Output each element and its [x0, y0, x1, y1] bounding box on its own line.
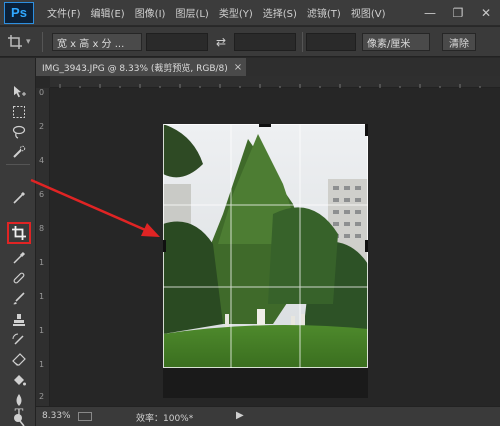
horizontal-ruler [50, 76, 500, 88]
status-menu-arrow-icon[interactable]: ▶ [236, 410, 244, 421]
paint-bucket-icon[interactable] [8, 370, 30, 390]
marquee-tool-icon[interactable] [8, 102, 30, 122]
brush-quick-icon[interactable] [8, 188, 30, 208]
crop-shield [163, 368, 368, 398]
tool-preset-chevron-icon[interactable]: ▾ [26, 33, 36, 51]
menu-items: 文件(F) 编辑(E) 图像(I) 图层(L) 类型(Y) 选择(S) 滤镜(T… [42, 5, 390, 20]
menu-select[interactable]: 选择(S) [258, 5, 302, 20]
document-info-icon[interactable] [78, 412, 92, 421]
ruler-label: 2 [39, 122, 45, 131]
tab-bar: IMG_3943.JPG @ 8.33% (裁剪预览, RGB/8) × [36, 58, 500, 76]
ruler-label: 1 [39, 360, 45, 369]
tools-panel [0, 58, 36, 426]
ruler-label: 0 [39, 88, 45, 97]
ruler-label: 1 [39, 258, 45, 267]
ruler-label: 1 [39, 326, 45, 335]
type-tool-icon[interactable]: T [8, 404, 30, 424]
zoom-level[interactable]: 8.33% [42, 411, 71, 421]
move-tool-icon[interactable] [8, 82, 30, 102]
vertical-ruler: 0 2 4 6 8 1 1 1 1 2 [36, 88, 50, 406]
document-tab-title: IMG_3943.JPG @ 8.33% (裁剪预览, RGB/8) [42, 63, 228, 74]
ruler-label: 2 [39, 392, 45, 401]
restore-button[interactable]: ❐ [444, 0, 472, 26]
eraser-tool-icon[interactable] [8, 350, 30, 370]
ruler-label: 8 [39, 224, 45, 233]
menu-image[interactable]: 图像(I) [130, 5, 171, 20]
close-tab-icon[interactable]: × [234, 62, 242, 73]
ratio-select[interactable]: 宽 x 高 x 分 ... [52, 33, 142, 51]
divider [42, 32, 43, 52]
window-controls: — ❐ ✕ [416, 0, 500, 26]
ruler-label: 6 [39, 190, 45, 199]
menu-edit[interactable]: 编辑(E) [86, 5, 130, 20]
clear-button[interactable]: 清除 [442, 33, 476, 51]
healing-brush-icon[interactable] [8, 268, 30, 288]
photoshop-logo: Ps [4, 1, 34, 24]
ruler-label: 1 [39, 292, 45, 301]
close-button[interactable]: ✕ [472, 0, 500, 26]
brush-tool-icon[interactable] [8, 288, 30, 308]
tree-photo [163, 124, 368, 368]
ruler-ticks [59, 84, 481, 88]
history-brush-icon[interactable] [8, 330, 30, 350]
lasso-tool-icon[interactable] [8, 122, 30, 142]
document-tab[interactable]: IMG_3943.JPG @ 8.33% (裁剪预览, RGB/8) × [36, 58, 246, 76]
quick-selection-icon[interactable] [8, 142, 30, 162]
crop-options-icon[interactable] [6, 33, 24, 51]
document-canvas[interactable] [50, 88, 500, 406]
menu-filter[interactable]: 滤镜(T) [302, 5, 346, 20]
clone-stamp-icon[interactable] [8, 310, 30, 330]
toolbar-divider [6, 164, 30, 165]
units-select[interactable]: 像素/厘米 [362, 33, 430, 51]
crop-tool-icon[interactable] [8, 223, 30, 243]
status-bar: 8.33% 效率：100%* ▶ [36, 406, 500, 426]
menu-view[interactable]: 视图(V) [346, 5, 391, 20]
menu-type[interactable]: 类型(Y) [214, 5, 258, 20]
menu-file[interactable]: 文件(F) [42, 5, 86, 20]
swap-icon[interactable]: ⇄ [212, 33, 230, 51]
height-field[interactable] [234, 33, 296, 51]
menu-layer[interactable]: 图层(L) [170, 5, 213, 20]
ruler-label: 4 [39, 156, 45, 165]
eyedropper-tool-icon[interactable] [8, 248, 30, 268]
photo-image [163, 124, 368, 368]
efficiency-readout: 效率：100%* [136, 414, 194, 424]
width-field[interactable] [146, 33, 208, 51]
options-bar: ▾ 宽 x 高 x 分 ... ⇄ 像素/厘米 清除 [0, 27, 500, 57]
divider [302, 32, 303, 52]
menu-bar: Ps 文件(F) 编辑(E) 图像(I) 图层(L) 类型(Y) 选择(S) 滤… [0, 0, 500, 26]
minimize-button[interactable]: — [416, 0, 444, 26]
resolution-field[interactable] [306, 33, 356, 51]
